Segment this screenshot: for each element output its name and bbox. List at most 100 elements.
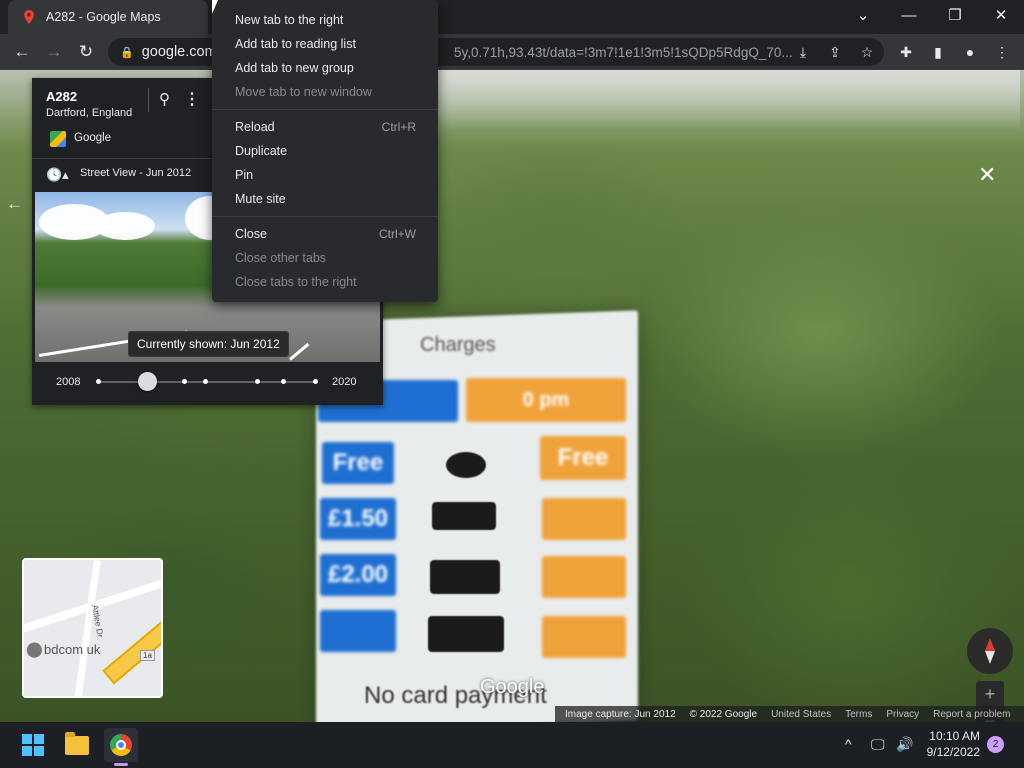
menu-item-label: Add tab to reading list [235,37,356,51]
menu-item-new-tab-right[interactable]: New tab to the right [212,8,438,32]
mouse-cursor-icon [212,0,218,14]
motorcycle-icon [446,452,486,478]
google-watermark: Google [480,676,545,698]
tab-title: A282 - Google Maps [46,10,161,24]
image-capture-date: Image capture: Jun 2012 [565,708,676,720]
back-arrow-icon[interactable]: ← [6,194,23,214]
tab-google-maps[interactable]: A282 - Google Maps [8,0,208,34]
running-indicator [114,763,128,766]
compass-icon[interactable] [967,628,1013,674]
date-tooltip: Currently shown: Jun 2012 [128,331,289,357]
history-clock-icon[interactable]: 🕓▴ [46,167,69,183]
truck-icon [428,616,504,652]
chrome-icon[interactable] [106,730,136,760]
link-privacy[interactable]: Privacy [886,709,919,720]
menu-item-add-to-reading-list[interactable]: Add tab to reading list [212,32,438,56]
sign-chip: £2.00 [320,554,396,596]
map-pin-icon: ⬤ [26,641,43,658]
clock-time: 10:10 AM [929,729,980,743]
close-icon[interactable]: ✕ [978,0,1024,30]
menu-item-close[interactable]: Close Ctrl+W [212,222,438,246]
minimize-icon[interactable]: — [886,0,932,30]
timeline-stop[interactable] [281,379,286,384]
timeline-stop[interactable] [96,379,101,384]
timeline-slider[interactable]: 2008 2020 [32,365,383,405]
map-street-label: Attlee Dr [90,604,106,639]
sign-chip [542,616,626,658]
tab-context-menu: New tab to the right Add tab to reading … [212,0,438,302]
menu-separator [212,216,438,217]
close-street-view-icon[interactable]: ✕ [978,162,996,188]
divider [148,88,149,112]
menu-item-label: Duplicate [235,144,288,158]
bookmark-star-icon[interactable]: ☆ [855,40,879,64]
link-report-problem[interactable]: Report a problem [933,709,1010,720]
timeline-stop[interactable] [182,379,187,384]
profile-icon[interactable]: ● [958,40,982,64]
zoom-in-icon[interactable]: + [976,681,1004,708]
timeline-end-year: 2020 [332,376,357,388]
menu-shortcut: Ctrl+W [379,227,416,241]
menu-item-reload[interactable]: Reload Ctrl+R [212,115,438,139]
link-terms[interactable]: Terms [845,709,872,720]
map-place-label: bdcom uk [44,642,101,657]
menu-item-label: Close tabs to the right [235,275,357,289]
cloud [95,212,155,240]
sign-chip [542,556,626,598]
menu-item-add-to-group[interactable]: Add tab to new group [212,56,438,80]
map-footer: Image capture: Jun 2012 © 2022 Google Un… [555,706,1024,722]
system-clock[interactable]: 10:10 AM 9/12/2022 [918,728,980,760]
install-icon[interactable]: ⤓ [791,40,815,64]
reload-icon[interactable]: ↻ [72,38,100,66]
map-highway [102,593,161,685]
menu-item-label: Pin [235,168,254,182]
url-host: google.com [141,44,217,60]
network-icon[interactable]: 🖵 [871,736,885,753]
extensions-icon[interactable]: ✚ [894,40,918,64]
side-panel-icon[interactable]: ▮ [926,40,950,64]
share-icon[interactable]: ⇪ [823,40,847,64]
menu-item-close-other-tabs: Close other tabs [212,246,438,270]
menu-item-pin[interactable]: Pin [212,163,438,187]
menu-item-label: Close [235,227,267,241]
show-hidden-icons-chevron-icon[interactable]: ^ [845,736,852,752]
timeline-start-year: 2008 [56,376,81,388]
menu-item-mute-site[interactable]: Mute site [212,187,438,211]
timeline-knob[interactable] [138,372,157,391]
sky [420,70,1020,130]
street-view-date: Street View - Jun 2012 [80,167,192,179]
place-subtitle: Dartford, England [46,107,133,119]
google-maps-logo-icon [50,131,66,147]
taskbar: ^ 🖵 🔊 10:10 AM 9/12/2022 2 [0,722,1024,768]
place-title: A282 [46,89,78,104]
url-path: 5y,0.71h,93.43t/data=!3m7!1e1!3m5!1sQDp5… [454,44,793,60]
back-icon[interactable]: ← [8,38,36,66]
timeline-stop[interactable] [203,379,208,384]
chevron-down-icon[interactable]: ⌄ [840,0,886,30]
notification-badge[interactable]: 2 [987,736,1004,753]
windows-start-icon[interactable] [18,730,48,760]
timeline-stop[interactable] [255,379,260,384]
car-icon [432,502,496,530]
copyright: © 2022 Google [689,708,758,720]
forward-icon[interactable]: → [40,38,68,66]
location-pin-icon[interactable]: ⚲ [159,90,170,108]
menu-item-label: Move tab to new window [235,85,372,99]
sign-title: Charges [420,334,496,356]
provider-label: Google [74,132,112,144]
sign-chip [542,498,626,540]
sign-chip: Free [540,436,626,480]
menu-item-duplicate[interactable]: Duplicate [212,139,438,163]
link-united-states[interactable]: United States [771,709,831,720]
mini-map[interactable]: Attlee Dr ⬤ bdcom uk 1a [22,558,163,698]
volume-icon[interactable]: 🔊 [896,736,913,753]
restore-icon[interactable]: ❐ [932,0,978,30]
sign-chip: £1.50 [320,498,396,540]
menu-item-label: Mute site [235,192,286,206]
menu-kebab-icon[interactable]: ⋮ [990,40,1014,64]
more-options-icon[interactable]: ⋮ [184,89,200,109]
clock-date: 9/12/2022 [926,745,980,759]
timeline-stop[interactable] [313,379,318,384]
road-badge: 1a [140,650,155,661]
file-explorer-icon[interactable] [62,730,92,760]
